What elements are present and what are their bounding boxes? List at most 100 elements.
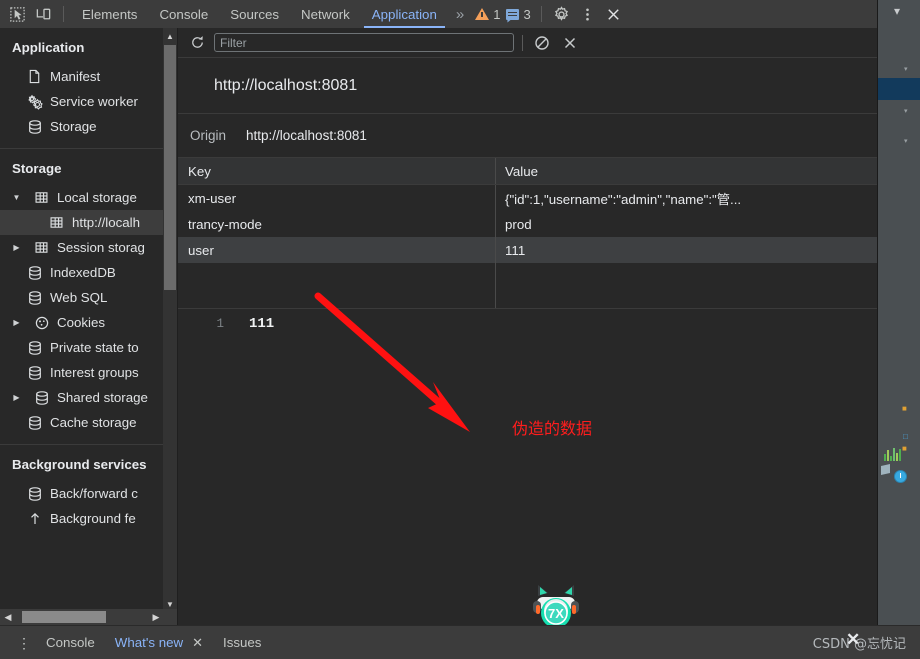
sidebar-item-indexeddb[interactable]: IndexedDB	[0, 260, 177, 285]
chevron-down-icon[interactable]: ▾	[890, 4, 904, 18]
column-header-value[interactable]: Value	[496, 158, 877, 184]
scrollbar-thumb[interactable]	[22, 611, 106, 623]
cell-value: {"id":1,"username":"admin","name":"管...	[505, 191, 742, 207]
scroll-left-arrow-icon[interactable]: ◀	[0, 609, 16, 625]
tab-application[interactable]: Application	[361, 0, 448, 28]
caret-icon: ▾	[904, 108, 908, 115]
sidebar-item-local-storage[interactable]: ▼ Local storage	[0, 185, 177, 210]
tab-sources[interactable]: Sources	[219, 0, 290, 28]
sidebar-item-label: Service worker	[50, 94, 138, 109]
database-icon	[26, 264, 43, 281]
sidebar-item-label: Interest groups	[50, 365, 139, 380]
drawer-tab-label: Issues	[223, 635, 262, 650]
sidebar-item-storage[interactable]: Storage	[0, 114, 177, 139]
gear-icon[interactable]	[549, 1, 575, 27]
sidebar-item-manifest[interactable]: Manifest	[0, 64, 177, 89]
toolbar-separator	[63, 6, 64, 22]
device-toolbar-icon[interactable]	[30, 1, 56, 27]
origin-title: http://localhost:8081	[178, 58, 877, 114]
table-empty-row[interactable]	[178, 263, 877, 308]
storage-panel: http://localhost:8081 Origin http://loca…	[178, 28, 877, 625]
tab-console[interactable]: Console	[148, 0, 219, 28]
drawer-tab-console[interactable]: Console	[36, 635, 105, 650]
upload-icon	[26, 510, 43, 527]
sidebar-item-background-fetch[interactable]: Background fe	[0, 506, 177, 531]
drawer-tab-issues[interactable]: Issues	[213, 635, 271, 650]
table-icon	[48, 214, 65, 231]
line-number: 1	[216, 317, 224, 331]
sidebar-item-cache-storage[interactable]: Cache storage	[0, 410, 177, 435]
scroll-up-arrow-icon[interactable]: ▲	[163, 28, 177, 45]
expand-arrow-icon[interactable]: ▼	[12, 193, 21, 202]
devtools-tabbar: Elements Console Sources Network Applica…	[0, 0, 877, 28]
document-icon	[26, 68, 43, 85]
more-tabs-icon[interactable]: »	[448, 0, 472, 28]
sidebar-item-label: Cache storage	[50, 415, 137, 430]
sidebar-item-label: Background fe	[50, 511, 136, 526]
sidebar-group-storage: Storage ▼ Local storage http://localh ▶ …	[0, 149, 177, 445]
sidebar-item-session-storage[interactable]: ▶ Session storag	[0, 235, 177, 260]
sidebar-horizontal-scrollbar[interactable]: ◀ ▶	[0, 609, 177, 625]
cell-value: prod	[505, 216, 532, 232]
inspect-element-icon[interactable]	[4, 1, 30, 27]
tab-label: Console	[159, 6, 209, 22]
expand-arrow-icon[interactable]: ▶	[12, 243, 21, 252]
kebab-icon[interactable]	[575, 1, 601, 27]
preview-line: 1 111	[178, 309, 877, 332]
sidebar-item-label: Private state to	[50, 340, 139, 355]
table-header-row: Key Value	[178, 158, 877, 185]
tab-network[interactable]: Network	[290, 0, 361, 28]
table-row[interactable]: xm-user {"id":1,"username":"admin","name…	[178, 185, 877, 211]
sidebar-item-cookies[interactable]: ▶ Cookies	[0, 310, 177, 335]
cell-key: trancy-mode	[178, 211, 496, 237]
svg-text:7X: 7X	[548, 606, 564, 621]
table-icon	[33, 189, 50, 206]
value-preview: 1 111	[178, 309, 877, 625]
scroll-right-arrow-icon[interactable]: ▶	[148, 609, 164, 625]
close-icon[interactable]: ✕	[192, 635, 203, 651]
sidebar-item-private-state-tokens[interactable]: Private state to	[0, 335, 177, 360]
database-icon	[26, 485, 43, 502]
clear-all-icon[interactable]	[531, 32, 553, 54]
cell-value	[496, 263, 877, 308]
cell-key: user	[178, 237, 496, 263]
sidebar-item-shared-storage[interactable]: ▶ Shared storage	[0, 385, 177, 410]
database-icon	[26, 289, 43, 306]
drawer-tab-whats-new[interactable]: What's new ✕	[105, 635, 213, 651]
drawer-tab-label: Console	[46, 635, 95, 650]
message-counter[interactable]: 3	[503, 0, 533, 28]
sidebar-vertical-scrollbar[interactable]: ▲ ▼	[163, 28, 177, 613]
annotation-label: 伪造的数据	[512, 419, 593, 438]
warning-icon	[475, 8, 490, 20]
sidebar-item-web-sql[interactable]: Web SQL	[0, 285, 177, 310]
background-selected-row[interactable]	[877, 78, 920, 100]
scrollbar-thumb[interactable]	[164, 45, 176, 290]
delete-selected-icon[interactable]	[559, 32, 581, 54]
preview-value: 111	[249, 316, 275, 332]
cell-value: 111	[505, 242, 526, 258]
filter-input[interactable]	[214, 33, 514, 52]
expand-arrow-icon[interactable]: ▶	[12, 318, 21, 327]
column-header-key[interactable]: Key	[178, 158, 496, 184]
warning-counter[interactable]: 1	[472, 0, 503, 28]
sidebar-item-label: Back/forward c	[50, 486, 138, 501]
sidebar-item-back-forward-cache[interactable]: Back/forward c	[0, 481, 177, 506]
sidebar-item-localhost-origin[interactable]: http://localh	[0, 210, 177, 235]
sidebar-item-service-worker[interactable]: Service worker	[0, 89, 177, 114]
sidebar-item-label: Manifest	[50, 69, 101, 84]
kebab-icon[interactable]: ⋮	[12, 636, 36, 650]
message-icon	[506, 8, 520, 20]
refresh-icon[interactable]	[186, 32, 208, 54]
table-row[interactable]: trancy-mode prod	[178, 211, 877, 237]
database-icon	[26, 118, 43, 135]
sidebar-item-label: http://localh	[72, 215, 141, 230]
drawer-tabbar: ⋮ Console What's new ✕ Issues CSDN @忘忧记	[0, 625, 920, 659]
caret-icon: ▾	[904, 138, 908, 145]
cell-key	[178, 263, 496, 308]
expand-arrow-icon[interactable]: ▶	[12, 393, 21, 402]
table-row[interactable]: user 111	[178, 237, 877, 263]
sidebar-item-interest-groups[interactable]: Interest groups	[0, 360, 177, 385]
close-icon[interactable]	[601, 1, 627, 27]
sidebar-group-application: Application Manifest Service worker Stor…	[0, 28, 177, 149]
tab-elements[interactable]: Elements	[71, 0, 148, 28]
